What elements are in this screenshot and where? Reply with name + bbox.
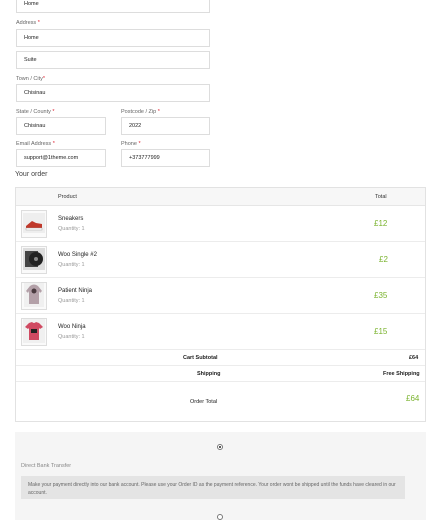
address2-input[interactable]: Suite [16,51,210,69]
subtotal-row: Cart Subtotal £64 [16,350,425,366]
order-table-header: Product Total [16,188,425,206]
product-thumb[interactable] [21,318,47,346]
product-qty: Quantity: 1 [58,262,85,268]
city-label: Town / City* [16,76,46,82]
payment-section: Direct Bank Transfer Make your payment d… [15,432,426,520]
address-line-input-top[interactable]: Home [16,0,210,13]
tshirt-icon [23,319,45,345]
city-input[interactable]: Chisinau [16,84,210,102]
order-item-row: Sneakers Quantity: 1 £12 [16,206,425,242]
product-qty: Quantity: 1 [58,298,85,304]
subtotal-label: Cart Subtotal [183,355,218,361]
address-value: Home [24,35,39,41]
payment-radio-bank-transfer[interactable] [217,444,223,450]
product-price: £15 [374,327,388,336]
state-label: State / County * [16,109,55,115]
product-name[interactable]: Sneakers [58,216,83,222]
email-input[interactable]: support@1theme.com [16,149,106,167]
order-total-value: £64 [406,394,420,403]
address-label: Address * [16,20,40,26]
order-total-label: Order Total [190,399,218,405]
shipping-row: Shipping Free Shipping [16,366,425,382]
state-input[interactable]: Chisinau [16,117,106,135]
product-qty: Quantity: 1 [58,334,85,340]
product-qty: Quantity: 1 [58,226,85,232]
state-value: Chisinau [24,123,46,129]
product-thumb[interactable] [21,282,47,310]
order-item-row: Woo Ninja Quantity: 1 £15 [16,314,425,350]
order-total-row: Order Total £64 [16,382,425,422]
product-thumb[interactable] [21,210,47,238]
payment-description: Make your payment directly into our bank… [21,476,405,499]
subtotal-value: £64 [409,355,419,361]
col-product: Product [58,194,77,200]
postcode-input[interactable]: 2022 [121,117,210,135]
product-price: £12 [374,219,388,228]
product-name[interactable]: Woo Single #2 [58,252,97,258]
vinyl-record-icon [23,248,45,272]
shipping-label: Shipping [197,371,221,377]
postcode-value: 2022 [129,123,142,129]
postcode-label: Postcode / Zip * [121,109,160,115]
order-table: Product Total Sneakers Quantity: 1 £12 W… [15,187,426,422]
your-order-title: Your order [15,171,48,178]
phone-input[interactable]: +373777999 [121,149,210,167]
product-price: £35 [374,291,388,300]
email-value: support@1theme.com [24,155,79,161]
product-price: £2 [379,255,388,264]
email-label: Email Address * [16,141,55,147]
col-total: Total [375,194,387,200]
product-name[interactable]: Woo Ninja [58,324,86,330]
sneakers-icon [23,213,45,235]
order-item-row: Patient Ninja Quantity: 1 £35 [16,278,425,314]
phone-value: +373777999 [129,155,160,161]
address-line-value: Home [24,1,39,7]
payment-method-label[interactable]: Direct Bank Transfer [21,463,71,469]
payment-radio-other[interactable] [217,514,223,520]
shipping-value: Free Shipping [383,371,420,377]
product-name[interactable]: Patient Ninja [58,288,92,294]
phone-label: Phone * [121,141,141,147]
address-input[interactable]: Home [16,29,210,47]
city-value: Chisinau [24,90,46,96]
address2-value: Suite [24,57,37,63]
hoodie-icon [24,283,44,309]
order-item-row: Woo Single #2 Quantity: 1 £2 [16,242,425,278]
product-thumb[interactable] [21,246,47,274]
